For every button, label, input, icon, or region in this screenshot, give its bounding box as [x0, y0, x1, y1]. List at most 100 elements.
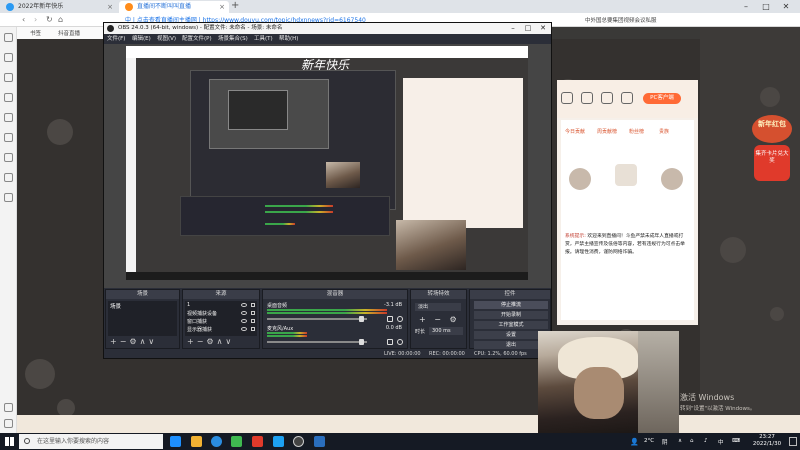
network-icon[interactable]: ⌂: [690, 438, 694, 444]
windows-start-icon[interactable]: [5, 437, 14, 446]
menu-scene-collection[interactable]: 场景集合(S): [218, 34, 248, 44]
menu-help[interactable]: 帮助(H): [279, 34, 298, 44]
pc-client-button[interactable]: PC客户端: [643, 93, 681, 104]
menu-file[interactable]: 文件(F): [107, 34, 125, 44]
browser-app-icon[interactable]: [231, 436, 242, 447]
settings-icon[interactable]: [4, 419, 13, 428]
scenes-toolbar[interactable]: +−⚙∧∨: [110, 337, 157, 346]
duration-input[interactable]: 300 ms: [429, 327, 463, 335]
menu-view[interactable]: 视图(V): [157, 34, 176, 44]
volume-icon[interactable]: ♪: [704, 438, 708, 444]
task-view-icon[interactable]: [170, 436, 181, 447]
obs-close-button[interactable]: ✕: [536, 23, 550, 34]
obs-minimize-button[interactable]: –: [506, 23, 520, 34]
new-tab-button[interactable]: +: [231, 0, 239, 11]
speaker-icon[interactable]: [387, 316, 393, 322]
taskbar-clock[interactable]: 23:27 2022/1/30: [750, 434, 784, 448]
app-icon[interactable]: [273, 436, 284, 447]
maximize-button[interactable]: □: [758, 0, 774, 13]
notification-icon[interactable]: [789, 437, 797, 446]
visibility-icon[interactable]: [241, 311, 247, 315]
volume-slider[interactable]: [267, 318, 367, 320]
forward-icon[interactable]: ›: [34, 15, 37, 24]
volume-slider[interactable]: [267, 341, 367, 343]
edge-icon[interactable]: [211, 436, 222, 447]
new-year-badge[interactable]: 新年红包 集齐卡片兑大奖: [752, 115, 792, 185]
file-explorer-icon[interactable]: [191, 436, 202, 447]
app-icon[interactable]: [252, 436, 263, 447]
link-icon[interactable]: [4, 193, 13, 202]
address-bar-search-suggestion[interactable]: 中外国总要集团视频会议私服: [585, 16, 657, 24]
menu-profile[interactable]: 配置文件(P): [182, 34, 212, 44]
transition-select[interactable]: 淡出: [415, 303, 461, 311]
source-item[interactable]: 1: [187, 302, 190, 308]
volume-slider-handle[interactable]: [359, 339, 364, 345]
avatar[interactable]: [661, 168, 683, 190]
sources-toolbar[interactable]: +−⚙∧∨: [187, 337, 234, 346]
tab-noble[interactable]: 贵族: [659, 128, 669, 135]
cart-icon[interactable]: [4, 173, 13, 182]
ime-indicator[interactable]: 中: [718, 438, 724, 446]
tab-close-icon[interactable]: ×: [219, 1, 225, 13]
app-icon[interactable]: [314, 436, 325, 447]
back-icon[interactable]: ‹: [22, 15, 25, 24]
gear-icon[interactable]: [397, 339, 403, 345]
chat-icon[interactable]: [4, 133, 13, 142]
system-label: 系统提示:: [565, 234, 586, 239]
speaker-icon[interactable]: [387, 339, 393, 345]
add-icon[interactable]: [4, 403, 13, 412]
tab-week[interactable]: 周贡献榜: [597, 128, 617, 135]
user-icon[interactable]: [561, 92, 573, 104]
studio-mode-button[interactable]: 工作室模式: [474, 321, 548, 329]
download-icon[interactable]: [4, 113, 13, 122]
avatar[interactable]: [569, 168, 591, 190]
lock-icon[interactable]: [251, 319, 255, 323]
star-icon[interactable]: [4, 33, 13, 42]
browser-tab-1[interactable]: 2022年新年快乐 ×: [0, 1, 117, 13]
menu-tools[interactable]: 工具(T): [254, 34, 273, 44]
tray-expand-icon[interactable]: ∧: [678, 438, 682, 444]
news-icon[interactable]: [4, 93, 13, 102]
close-window-button[interactable]: ✕: [778, 0, 794, 13]
volume-slider-handle[interactable]: [359, 316, 364, 322]
home-icon[interactable]: ⌂: [58, 15, 63, 24]
gear-icon[interactable]: [397, 316, 403, 322]
tab-today[interactable]: 今日贡献: [565, 128, 585, 135]
browser-tab-2[interactable]: 直播间不断叫叫直播 ×: [119, 1, 229, 13]
menu-edit[interactable]: 编辑(E): [132, 34, 151, 44]
gift-icon[interactable]: [581, 92, 593, 104]
minimize-button[interactable]: –: [738, 0, 754, 13]
lock-icon[interactable]: [251, 311, 255, 315]
bookmark-item[interactable]: 书签: [30, 29, 41, 37]
weather-temperature[interactable]: 2°C: [644, 438, 654, 444]
user-icon[interactable]: 👤: [630, 438, 639, 446]
exit-button[interactable]: 退出: [474, 341, 548, 349]
stop-streaming-button[interactable]: 停止推流: [474, 301, 548, 309]
share-icon[interactable]: [601, 92, 613, 104]
visibility-icon[interactable]: [241, 319, 247, 323]
bookmark-item[interactable]: 抖音直播: [58, 29, 80, 37]
lock-icon[interactable]: [251, 303, 255, 307]
source-item[interactable]: 视频捕获设备: [187, 310, 217, 317]
video-icon[interactable]: [4, 53, 13, 62]
search-icon[interactable]: [4, 73, 13, 82]
refresh-icon[interactable]: ↻: [46, 15, 53, 24]
lock-icon[interactable]: [251, 327, 255, 331]
transition-toolbar[interactable]: + − ⚙: [419, 315, 460, 324]
source-item[interactable]: 显示器捕获: [187, 326, 212, 333]
settings-button[interactable]: 设置: [474, 331, 548, 339]
tab-fans[interactable]: 粉丝榜: [629, 128, 644, 135]
obs-maximize-button[interactable]: □: [521, 23, 535, 34]
keyboard-icon[interactable]: ⌨: [732, 438, 740, 444]
notes-icon[interactable]: [4, 153, 13, 162]
obs-preview-capture[interactable]: 新年快乐: [126, 46, 528, 280]
scene-item[interactable]: 场景: [110, 302, 121, 310]
tab-close-icon[interactable]: ×: [107, 1, 113, 13]
fans-icon[interactable]: [621, 92, 633, 104]
obs-taskbar-icon[interactable]: [293, 436, 304, 447]
taskbar-search-input[interactable]: 在这里输入你要搜索的内容: [19, 434, 163, 449]
visibility-icon[interactable]: [241, 327, 247, 331]
visibility-icon[interactable]: [241, 303, 247, 307]
start-recording-button[interactable]: 开始录制: [474, 311, 548, 319]
source-item[interactable]: 窗口捕获: [187, 318, 207, 325]
